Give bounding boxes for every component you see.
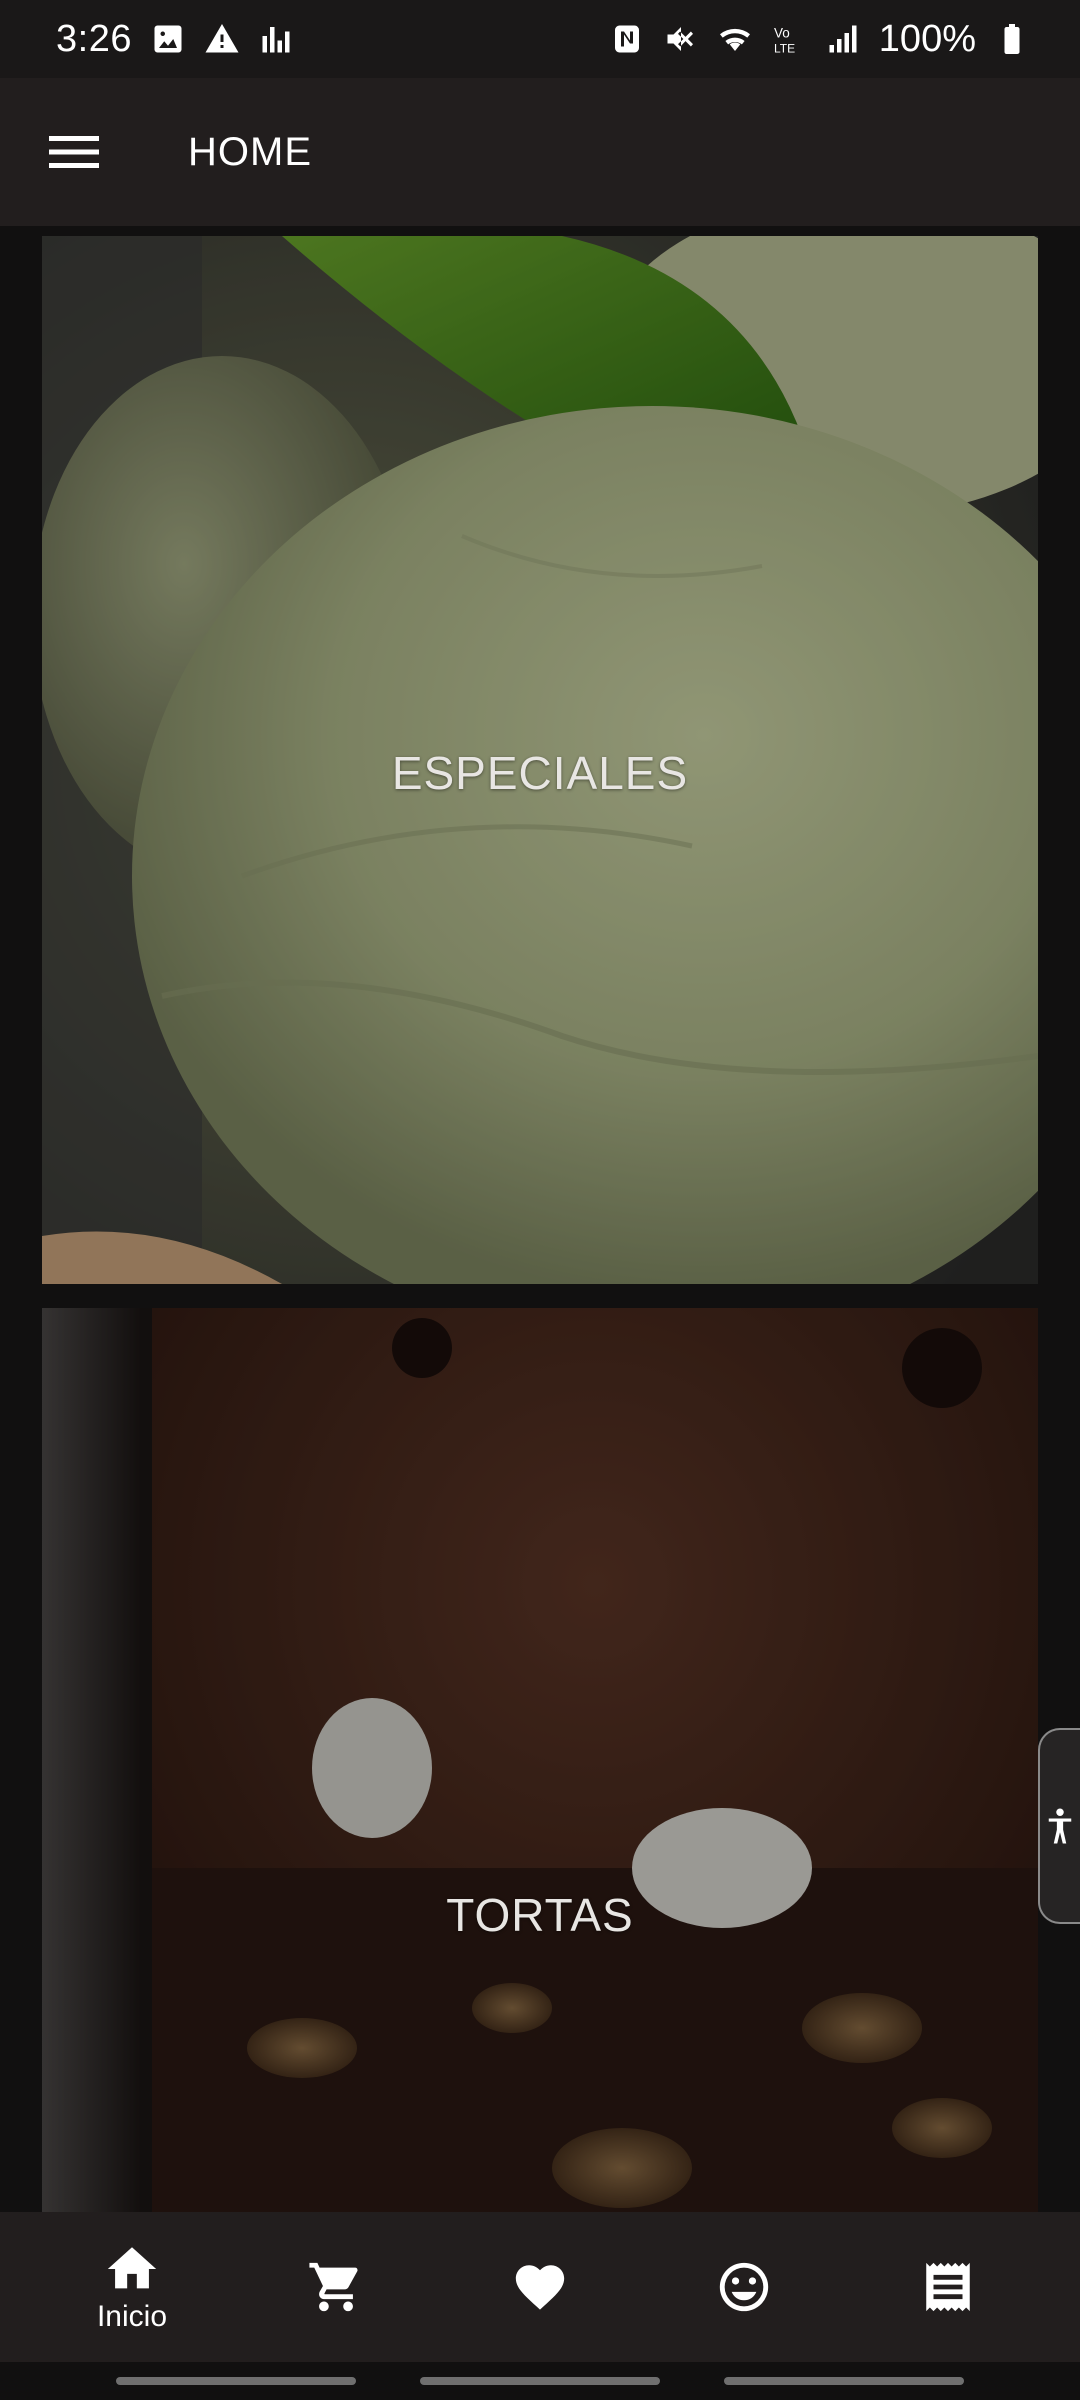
svg-text:Vo: Vo — [774, 26, 790, 41]
mute-icon — [663, 21, 699, 57]
category-label: TORTAS — [446, 1889, 634, 1941]
system-nav-bar — [0, 2362, 1080, 2400]
category-label: ESPECIALES — [391, 747, 689, 799]
battery-percent: 100% — [878, 17, 976, 60]
category-list[interactable]: ESPECIALES TORTAS — [0, 226, 1080, 2212]
home-icon — [107, 2247, 157, 2289]
menu-button[interactable] — [0, 78, 148, 226]
status-left: 3:26 — [56, 18, 294, 61]
volte-icon: Vo LTE — [771, 21, 807, 57]
chart-icon — [258, 21, 294, 57]
warning-icon — [204, 21, 240, 57]
accessibility-icon — [1048, 1808, 1072, 1844]
nav-item-orders[interactable] — [873, 2217, 1023, 2357]
home-gesture-button[interactable] — [420, 2377, 660, 2385]
svg-text:LTE: LTE — [774, 42, 795, 56]
accessibility-button[interactable] — [1038, 1728, 1080, 1924]
nav-label: Inicio — [96, 2300, 168, 2333]
nav-item-cart[interactable] — [261, 2217, 411, 2357]
status-time: 3:26 — [56, 17, 132, 60]
bottom-nav: Inicio — [0, 2212, 1080, 2362]
card-overlay — [42, 1308, 1038, 2212]
nav-item-favorites[interactable] — [465, 2217, 615, 2357]
gallery-icon — [150, 21, 186, 57]
page-title: HOME — [188, 129, 312, 174]
category-card-tortas[interactable]: TORTAS — [42, 1308, 1038, 2212]
hamburger-menu-icon — [49, 136, 99, 168]
back-button[interactable] — [724, 2377, 964, 2385]
nfc-icon — [609, 21, 645, 57]
wifi-icon — [717, 21, 753, 57]
receipt-icon — [926, 2262, 970, 2312]
nav-item-inicio[interactable]: Inicio — [57, 2217, 207, 2357]
heart-icon — [515, 2265, 565, 2310]
status-right: Vo LTE 100% — [609, 18, 1030, 61]
smiley-icon — [719, 2262, 769, 2312]
signal-icon — [825, 21, 861, 57]
battery-icon — [994, 21, 1030, 57]
cart-icon — [309, 2262, 358, 2312]
nav-item-profile[interactable] — [669, 2217, 819, 2357]
status-bar: 3:26 Vo LTE 100% — [0, 0, 1080, 78]
app-bar: HOME — [0, 78, 1080, 226]
category-card-especiales[interactable]: ESPECIALES — [42, 236, 1038, 1284]
recents-button[interactable] — [116, 2377, 356, 2385]
